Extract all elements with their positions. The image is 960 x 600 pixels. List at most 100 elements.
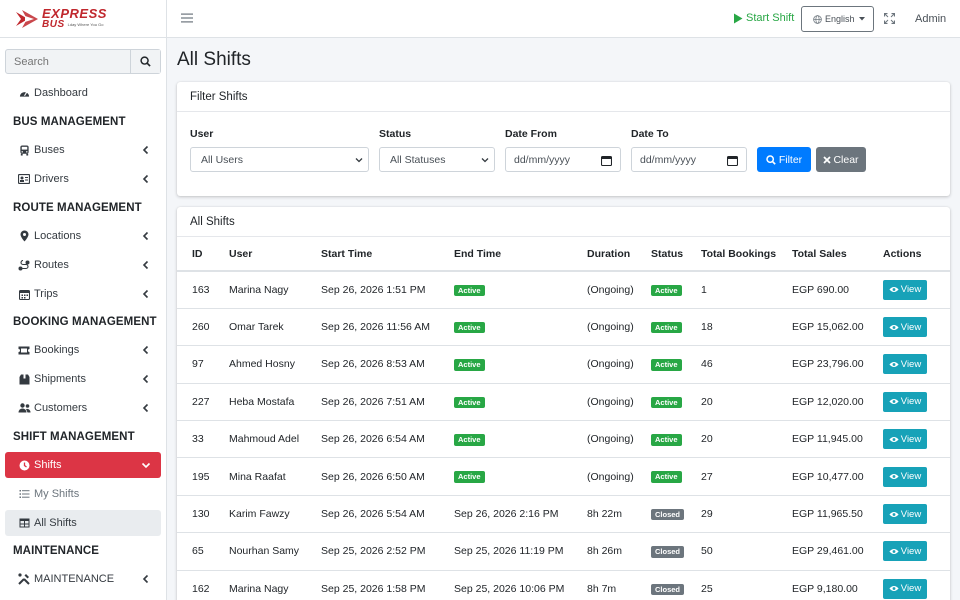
sidebar-item-drivers[interactable]: Drivers bbox=[5, 166, 161, 192]
view-button[interactable]: View bbox=[883, 504, 927, 525]
start-shift-button[interactable]: Start Shift bbox=[733, 12, 794, 24]
sidebar-item-dashboard[interactable]: Dashboard bbox=[5, 80, 161, 106]
sidebar-item-maintenance[interactable]: MAINTENANCE bbox=[5, 566, 161, 592]
status-select[interactable]: All Statuses bbox=[379, 147, 495, 172]
sidebar-item-shifts[interactable]: Shifts bbox=[5, 452, 161, 478]
view-button[interactable]: View bbox=[883, 354, 927, 375]
duration-cell: (Ongoing) bbox=[587, 420, 651, 459]
actions-cell: View bbox=[883, 570, 950, 600]
actions-cell: View bbox=[883, 420, 950, 459]
calendar-icon[interactable] bbox=[727, 155, 738, 166]
sidebar-item-trips[interactable]: Trips bbox=[5, 281, 161, 307]
column-header-total-bookings[interactable]: Total Bookings bbox=[701, 238, 792, 272]
calendar-icon[interactable] bbox=[601, 155, 612, 166]
start-time-cell: Sep 26, 2026 6:54 AM bbox=[321, 420, 454, 459]
id-cell: 97 bbox=[177, 345, 229, 384]
date-from-input[interactable]: dd/mm/yyyy bbox=[505, 147, 621, 172]
column-header-actions: Actions bbox=[883, 238, 950, 272]
id-cell: 33 bbox=[177, 420, 229, 459]
sidebar-item-label: Dashboard bbox=[34, 87, 88, 99]
section-heading-route: ROUTE MANAGEMENT bbox=[13, 202, 142, 214]
end-time-badge: Active bbox=[454, 434, 485, 446]
tachometer-icon bbox=[17, 87, 31, 99]
chevron-left-icon bbox=[142, 403, 149, 413]
status-cell: Active bbox=[651, 308, 701, 347]
filter-card-title: Filter Shifts bbox=[177, 82, 950, 112]
view-button[interactable]: View bbox=[883, 466, 927, 487]
start-shift-label: Start Shift bbox=[746, 12, 795, 24]
view-button[interactable]: View bbox=[883, 429, 927, 450]
sidebar-item-customers[interactable]: Customers bbox=[5, 395, 161, 421]
sidebar-item-label: Locations bbox=[34, 230, 82, 242]
view-button[interactable]: View bbox=[883, 391, 927, 412]
sidebar-item-bookings[interactable]: Bookings bbox=[5, 337, 161, 363]
sidebar-item-routes[interactable]: Routes bbox=[5, 252, 161, 278]
bookings-cell: 29 bbox=[701, 495, 792, 534]
end-time-badge: Active bbox=[454, 396, 485, 409]
close-icon bbox=[823, 155, 832, 164]
sidebar-item-label: MAINTENANCE bbox=[34, 573, 115, 585]
end-time-cell: Active bbox=[454, 271, 587, 309]
filter-button[interactable]: Filter bbox=[757, 147, 811, 172]
tools-icon bbox=[17, 573, 31, 585]
sidebar-item-shipments[interactable]: Shipments bbox=[5, 366, 161, 392]
column-header-end-time[interactable]: End Time bbox=[454, 238, 587, 272]
end-time-cell: Active bbox=[454, 345, 587, 384]
list-icon bbox=[17, 488, 31, 500]
user-cell: Karim Fawzy bbox=[229, 495, 321, 534]
table-row: 65 Nourhan Samy Sep 25, 2026 2:52 PM Sep 25… bbox=[177, 532, 950, 571]
eye-icon bbox=[889, 511, 899, 517]
status-cell: Active bbox=[651, 420, 701, 459]
view-button[interactable]: View bbox=[883, 317, 927, 338]
table-row: 97 Ahmed Hosny Sep 26, 2026 8:53 AM Active(… bbox=[177, 345, 950, 384]
brand-logo[interactable]: EXPRESS BUS Lday Where You Go bbox=[0, 0, 166, 38]
table-row: 195 Mina Raafat Sep 26, 2026 6:50 AM Active… bbox=[177, 457, 950, 496]
column-header-status[interactable]: Status bbox=[651, 238, 701, 272]
id-cell: 227 bbox=[177, 383, 229, 422]
box-icon bbox=[17, 373, 31, 385]
language-dropdown[interactable]: English bbox=[801, 6, 874, 32]
filter-button-label: Filter bbox=[778, 153, 803, 166]
sidebar: EXPRESS BUS Lday Where You Go Dashboard … bbox=[0, 0, 167, 600]
sidebar-item-all-shifts[interactable]: All Shifts bbox=[5, 510, 161, 536]
search-button[interactable] bbox=[130, 50, 160, 73]
eye-icon bbox=[889, 361, 899, 367]
column-header-start-time[interactable]: Start Time bbox=[321, 238, 454, 272]
map-marker-icon bbox=[17, 230, 31, 242]
bookings-cell: 1 bbox=[701, 271, 792, 309]
view-button[interactable]: View bbox=[883, 541, 927, 562]
chevron-left-icon bbox=[142, 231, 149, 241]
clear-button[interactable]: Clear bbox=[816, 147, 866, 172]
end-time-cell: Sep 25, 2026 10:06 PM bbox=[454, 570, 587, 600]
section-heading-booking: BOOKING MANAGEMENT bbox=[13, 316, 157, 328]
start-time-cell: Sep 26, 2026 8:53 AM bbox=[321, 345, 454, 384]
sidebar-item-buses[interactable]: Buses bbox=[5, 137, 161, 163]
users-icon bbox=[17, 402, 31, 414]
clock-icon bbox=[17, 459, 31, 471]
logo-tagline: Lday Where You Go bbox=[67, 22, 104, 27]
hamburger-menu-icon[interactable] bbox=[181, 13, 193, 23]
bookings-cell: 18 bbox=[701, 308, 792, 347]
column-header-total-sales[interactable]: Total Sales bbox=[792, 238, 883, 272]
search-input[interactable] bbox=[6, 50, 130, 73]
column-header-user[interactable]: User bbox=[229, 238, 321, 272]
id-card-icon bbox=[17, 173, 31, 185]
status-cell: Active bbox=[651, 457, 701, 496]
view-button[interactable]: View bbox=[883, 578, 927, 599]
view-button[interactable]: View bbox=[883, 279, 927, 300]
column-header-id[interactable]: ID bbox=[177, 238, 229, 272]
id-cell: 260 bbox=[177, 308, 229, 347]
start-time-cell: Sep 26, 2026 1:51 PM bbox=[321, 271, 454, 309]
user-select[interactable]: All Users bbox=[190, 147, 369, 172]
date-to-input[interactable]: dd/mm/yyyy bbox=[631, 147, 747, 172]
column-header-duration[interactable]: Duration bbox=[587, 238, 651, 272]
fullscreen-icon[interactable] bbox=[884, 13, 895, 24]
sidebar-item-locations[interactable]: Locations bbox=[5, 223, 161, 249]
end-time-cell: Sep 25, 2026 11:19 PM bbox=[454, 532, 587, 571]
start-time-cell: Sep 25, 2026 2:52 PM bbox=[321, 532, 454, 571]
end-time-badge: Active bbox=[454, 359, 485, 371]
actions-cell: View bbox=[883, 532, 950, 571]
sidebar-item-my-shifts[interactable]: My Shifts bbox=[5, 481, 161, 507]
status-select-value: All Statuses bbox=[390, 153, 446, 166]
user-menu[interactable]: Admin bbox=[915, 13, 946, 25]
